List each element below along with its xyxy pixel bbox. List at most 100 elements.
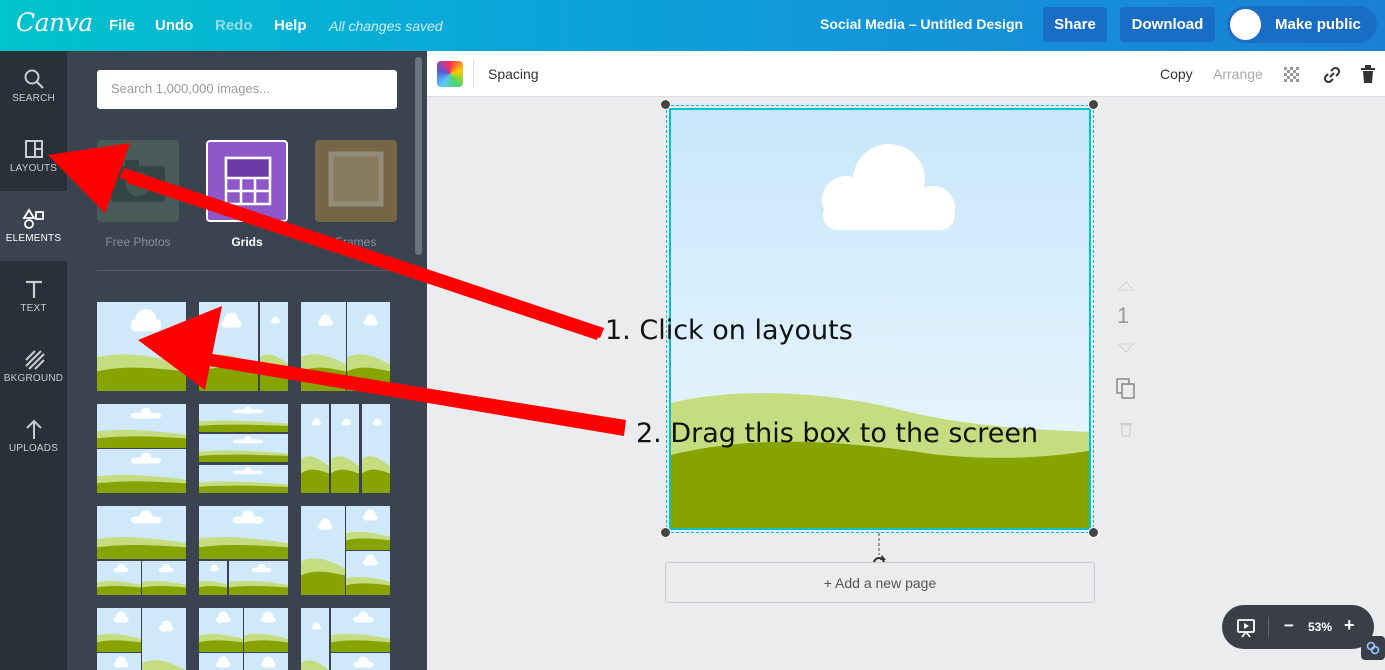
page-number: 1 — [1117, 303, 1130, 328]
download-button[interactable]: Download — [1120, 7, 1215, 42]
arrange-button[interactable]: Arrange — [1213, 66, 1263, 82]
zoom-level[interactable]: 53% — [1308, 620, 1332, 634]
grid-cell — [199, 561, 227, 595]
nav-elements-label: ELEMENTS — [5, 233, 62, 244]
nav-text-label: TEXT — [20, 303, 47, 314]
grid-layout-thumbnail[interactable] — [199, 302, 288, 391]
resize-handle-top-left[interactable] — [660, 99, 671, 110]
category-free-photos-label: Free Photos — [105, 235, 171, 249]
duplicate-page-icon[interactable] — [1116, 378, 1136, 400]
make-public-label: Make public — [1275, 16, 1361, 33]
make-public-toggle[interactable]: Make public — [1227, 6, 1377, 43]
grid-cell — [97, 449, 186, 493]
resize-handle-bottom-right[interactable] — [1088, 527, 1099, 538]
grid-cell — [199, 506, 288, 559]
grid-cell — [97, 561, 141, 595]
grid-layout-thumbnail[interactable] — [301, 506, 390, 595]
grid-icon — [224, 156, 272, 206]
nav-layouts[interactable]: LAYOUTS — [0, 121, 67, 191]
grid-cell — [229, 561, 288, 595]
nav-text[interactable]: TEXT — [0, 261, 67, 331]
category-grids[interactable] — [206, 140, 288, 222]
zoom-separator — [1268, 617, 1269, 637]
grid-cell — [260, 302, 288, 391]
grid-cell — [199, 302, 258, 391]
resize-handle-top-right[interactable] — [1088, 99, 1099, 110]
grid-cell — [346, 506, 390, 550]
color-picker[interactable] — [437, 61, 463, 87]
resize-handle-bottom-left[interactable] — [660, 527, 671, 538]
grid-cell — [301, 302, 346, 391]
nav-uploads-label: UPLOADS — [8, 443, 59, 454]
nav-search-label: SEARCH — [12, 93, 55, 104]
grid-cell — [346, 551, 390, 595]
grid-cell — [97, 608, 141, 652]
grid-cell — [331, 653, 390, 670]
layouts-icon — [24, 140, 43, 158]
file-menu[interactable]: File — [109, 17, 135, 34]
editor-toolbar: Spacing Copy Arrange — [427, 51, 1385, 97]
grid-layout-thumbnail[interactable] — [199, 506, 288, 595]
trash-icon[interactable] — [1360, 65, 1376, 84]
share-button[interactable]: Share — [1043, 7, 1107, 42]
canva-editor: Canva File Undo Redo Help All changes sa… — [0, 0, 1385, 670]
help-widget[interactable] — [1361, 636, 1385, 660]
grid-layout-thumbnail[interactable] — [97, 506, 186, 595]
grid-cell — [362, 404, 390, 493]
grid-cell — [331, 404, 359, 493]
nav-background[interactable]: BKGROUND — [0, 331, 67, 401]
grid-cell — [331, 608, 390, 652]
design-title[interactable]: Social Media – Untitled Design — [820, 16, 1023, 32]
transparency-icon[interactable] — [1284, 67, 1299, 82]
grid-cell — [142, 608, 186, 670]
image-search-input[interactable]: Search 1,000,000 images... — [97, 70, 397, 109]
grid-cell — [97, 506, 186, 559]
redo-button[interactable]: Redo — [215, 17, 253, 34]
top-bar: Canva File Undo Redo Help All changes sa… — [0, 0, 1385, 51]
grid-layout-thumbnail[interactable] — [97, 404, 186, 493]
panel-divider — [97, 270, 397, 271]
search-icon — [24, 69, 44, 89]
grid-layout-thumbnail[interactable] — [301, 302, 390, 391]
grid-layout-thumbnail[interactable] — [301, 608, 390, 670]
grid-cell — [199, 404, 288, 432]
nav-elements[interactable]: ELEMENTS — [0, 191, 67, 261]
camera-icon — [111, 160, 165, 202]
present-icon[interactable] — [1236, 618, 1256, 638]
page-down-icon[interactable] — [1118, 342, 1134, 354]
grid-cell — [244, 608, 288, 652]
category-frames[interactable] — [315, 140, 397, 222]
toggle-knob — [1230, 9, 1261, 40]
zoom-in-button[interactable]: + — [1344, 615, 1355, 636]
uploads-icon — [25, 419, 42, 439]
delete-page-icon[interactable] — [1119, 420, 1133, 437]
grid-cell — [199, 465, 288, 493]
link-icon[interactable] — [1322, 65, 1342, 85]
grid-cell — [301, 608, 329, 670]
grid-layout-thumbnail[interactable] — [199, 608, 288, 670]
canva-logo[interactable]: Canva — [16, 8, 93, 37]
undo-button[interactable]: Undo — [155, 17, 193, 34]
panel-scrollbar[interactable] — [415, 57, 422, 255]
nav-uploads[interactable]: UPLOADS — [0, 401, 67, 471]
grid-layout-thumbnail[interactable] — [301, 404, 390, 493]
zoom-out-button[interactable]: − — [1284, 616, 1294, 636]
copy-button[interactable]: Copy — [1160, 66, 1193, 82]
nav-search[interactable]: SEARCH — [0, 51, 67, 121]
grid-cell — [244, 653, 288, 670]
page-up-icon[interactable] — [1118, 280, 1134, 292]
link-chain-icon — [1366, 641, 1380, 655]
grid-layout-thumbnail[interactable] — [97, 302, 186, 391]
category-free-photos[interactable] — [97, 140, 179, 222]
add-page-button[interactable]: + Add a new page — [665, 562, 1095, 603]
grid-layout-thumbnail[interactable] — [97, 608, 186, 670]
annotation-step-2: 2. Drag this box to the screen — [636, 418, 1039, 449]
spacing-button[interactable]: Spacing — [488, 66, 539, 82]
category-frames-label: Frames — [335, 235, 377, 249]
grid-cell — [301, 404, 329, 493]
annotation-step-1: 1. Click on layouts — [605, 315, 853, 346]
nav-layouts-label: LAYOUTS — [9, 163, 58, 174]
help-menu[interactable]: Help — [274, 17, 307, 34]
grid-cell — [199, 434, 288, 462]
grid-layout-thumbnail[interactable] — [199, 404, 288, 493]
